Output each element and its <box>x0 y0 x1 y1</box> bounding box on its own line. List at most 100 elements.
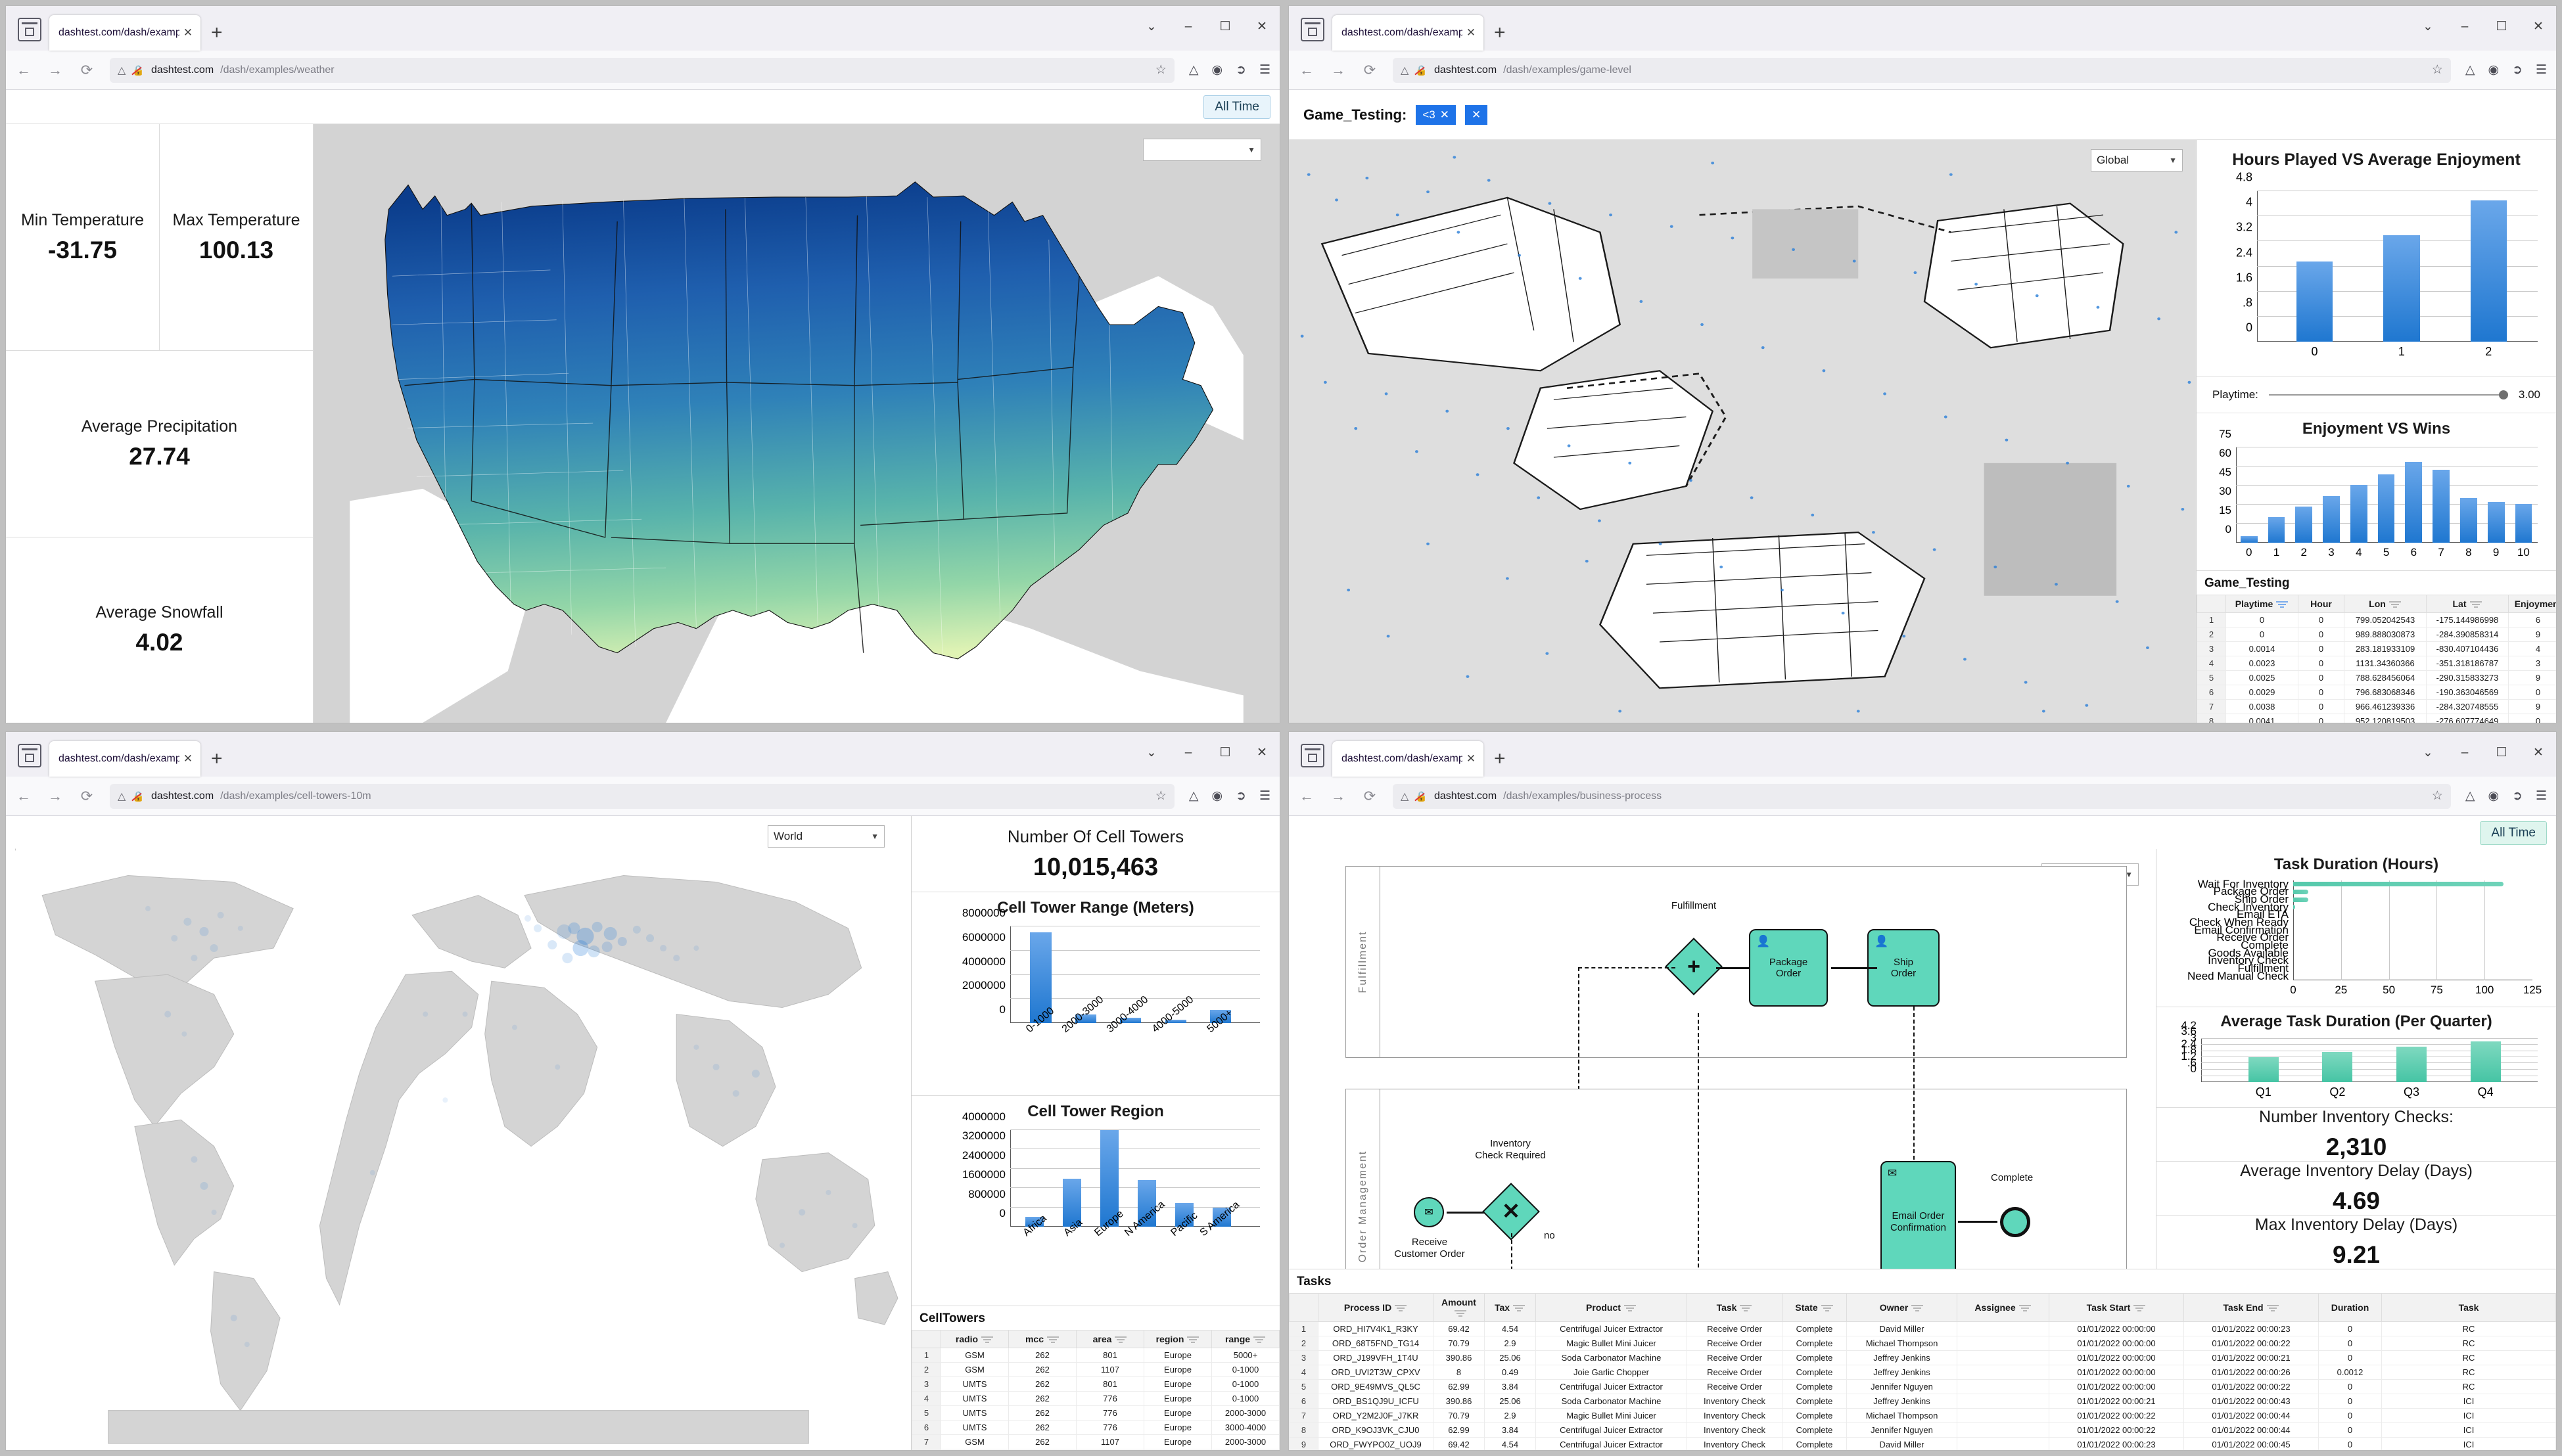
lock-broken-icon[interactable]: 🔒 <box>1415 64 1428 76</box>
col-range[interactable]: range <box>1212 1331 1280 1348</box>
reload-icon[interactable]: ⟳ <box>1361 788 1378 805</box>
back-icon[interactable]: ← <box>15 788 32 805</box>
col-mcc[interactable]: mcc <box>1009 1331 1077 1348</box>
sort-icon[interactable] <box>1394 1304 1407 1313</box>
table-row[interactable]: 5ORD_9E49MVS_QL5C62.993.84Centrifugal Ju… <box>1290 1380 2556 1394</box>
table-row[interactable]: 80.00410952.120819503-276.60777464900 <box>2197 714 2557 723</box>
browser-tab-game[interactable]: dashtest.com/dash/examples/gam ✕ <box>1332 15 1483 51</box>
sort-icon[interactable] <box>1739 1304 1752 1313</box>
col-hour[interactable]: Hour <box>2298 595 2344 613</box>
close-icon[interactable]: ✕ <box>179 26 197 39</box>
tasks-table[interactable]: Process ID Amount Tax Product Task State… <box>1289 1293 2556 1450</box>
new-tab-icon[interactable]: + <box>1494 749 1506 769</box>
col-enjoyment[interactable]: Enjoyment <box>2509 595 2557 613</box>
table-row[interactable]: 5UMTS262776Europe2000-3000 <box>912 1406 1280 1421</box>
col-duration[interactable]: Duration <box>2319 1294 2382 1322</box>
world-cell-tower-map[interactable]: Radius: 34% <box>6 816 912 1450</box>
table-row[interactable]: 100799.052042543-175.14498699860 <box>2197 613 2557 627</box>
minimize-icon[interactable]: – <box>2456 20 2473 34</box>
table-row[interactable]: 8ORD_K9OJ3VK_CJU062.993.84Centrifugal Ju… <box>1290 1423 2556 1438</box>
playtime-slider[interactable] <box>2269 394 2508 396</box>
col-lon[interactable]: Lon <box>2344 595 2427 613</box>
sort-icon[interactable] <box>1512 1304 1526 1313</box>
address-bar[interactable]: △ 🔒 dashtest.com/dash/examples/business-… <box>1393 784 2451 809</box>
shield-icon[interactable]: △ <box>1401 64 1409 77</box>
reload-icon[interactable]: ⟳ <box>78 62 95 79</box>
sort-icon[interactable] <box>2266 1304 2279 1313</box>
sort-icon[interactable] <box>1253 1335 1266 1344</box>
table-row[interactable]: 1GSM262801Europe5000+ <box>912 1348 1280 1363</box>
table-row[interactable]: 1ORD_HI7V4K1_R3KY69.424.54Centrifugal Ju… <box>1290 1322 2556 1336</box>
all-time-button[interactable]: All Time <box>2480 821 2547 845</box>
close-icon[interactable]: ✕ <box>1462 26 1479 39</box>
game-map-scope-select[interactable]: Global ▼ <box>2091 149 2183 171</box>
reload-icon[interactable]: ⟳ <box>1361 62 1378 79</box>
lock-broken-icon[interactable]: 🔒 <box>132 790 145 802</box>
task-package-order[interactable]: 👤 PackageOrder <box>1749 929 1828 1007</box>
col-amount[interactable]: Amount <box>1433 1294 1485 1322</box>
table-row[interactable]: 3UMTS262801Europe0-1000 <box>912 1377 1280 1392</box>
close-icon[interactable]: ✕ <box>1440 108 1449 122</box>
forward-icon[interactable]: → <box>1330 62 1347 79</box>
maximize-icon[interactable]: ☐ <box>2493 745 2510 760</box>
sort-icon[interactable] <box>2018 1304 2032 1313</box>
shield-icon[interactable]: △ <box>118 790 126 803</box>
table-row[interactable]: 4ORD_UVI2T3W_CPXV80.49Joie Garlic Choppe… <box>1290 1365 2556 1380</box>
save-to-pocket-icon[interactable]: ➲ <box>2512 62 2523 78</box>
table-row[interactable]: 4UMTS262776Europe0-1000 <box>912 1392 1280 1406</box>
list-all-tabs-icon[interactable]: ⌄ <box>1143 745 1160 760</box>
col-process-id[interactable]: Process ID <box>1318 1294 1433 1322</box>
firefox-view-button[interactable] <box>18 744 41 767</box>
account-icon[interactable]: ◉ <box>2488 788 2499 804</box>
bookmark-star-icon[interactable]: ☆ <box>1155 62 1167 78</box>
shield-toolbar-icon[interactable]: △ <box>2465 62 2475 78</box>
sort-icon[interactable] <box>2133 1304 2146 1313</box>
bookmark-star-icon[interactable]: ☆ <box>2432 62 2443 78</box>
table-row[interactable]: 7GSM2621107Europe2000-3000 <box>912 1435 1280 1449</box>
account-icon[interactable]: ◉ <box>2488 62 2499 78</box>
close-window-icon[interactable]: ✕ <box>1253 19 1270 34</box>
lock-broken-icon[interactable]: 🔒 <box>132 64 145 76</box>
address-bar[interactable]: △ 🔒 dashtest.com/dash/examples/weather ☆ <box>110 58 1175 83</box>
table-row[interactable]: 200989.888030873-284.39085831490 <box>2197 627 2557 642</box>
forward-icon[interactable]: → <box>47 788 64 805</box>
usa-choropleth-map[interactable]: ▼ <box>314 124 1280 723</box>
chart-cell-tower-region[interactable]: Cell Tower Region 4000000 3200000 240000… <box>912 1096 1280 1306</box>
browser-tab-business[interactable]: dashtest.com/dash/examples/busi ✕ <box>1332 741 1483 777</box>
maximize-icon[interactable]: ☐ <box>1217 19 1234 34</box>
chart-task-duration-hours[interactable]: Task Duration (Hours) Wait For Inventory <box>2156 849 2556 1007</box>
table-row[interactable]: 70.00380966.461239336-284.32074855590 <box>2197 700 2557 714</box>
col-lat[interactable]: Lat <box>2427 595 2509 613</box>
sort-icon[interactable] <box>1454 1309 1467 1318</box>
slider-knob[interactable] <box>2499 390 2508 399</box>
maximize-icon[interactable]: ☐ <box>2493 19 2510 34</box>
back-icon[interactable]: ← <box>15 62 32 79</box>
shield-icon[interactable]: △ <box>1401 790 1409 803</box>
table-row[interactable]: 2ORD_68T5FND_TG1470.792.9Magic Bullet Mi… <box>1290 1336 2556 1351</box>
new-tab-icon[interactable]: + <box>211 749 223 769</box>
sort-icon[interactable] <box>1623 1304 1637 1313</box>
list-all-tabs-icon[interactable]: ⌄ <box>2419 19 2436 34</box>
sort-icon[interactable] <box>1114 1335 1127 1344</box>
table-row[interactable]: 6UMTS262776Europe3000-4000 <box>912 1421 1280 1435</box>
bookmark-star-icon[interactable]: ☆ <box>2432 788 2443 804</box>
save-to-pocket-icon[interactable]: ➲ <box>1236 788 1246 804</box>
cell-towers-table[interactable]: radio mcc area region range 1GSM262801Eu… <box>912 1330 1280 1450</box>
shield-toolbar-icon[interactable]: △ <box>1189 62 1199 78</box>
event-complete[interactable] <box>2000 1207 2030 1237</box>
close-icon[interactable]: ✕ <box>1462 752 1479 765</box>
table-row[interactable]: 60.00290796.683068346-190.36304656900 <box>2197 685 2557 700</box>
table-row[interactable]: 3ORD_J199VFH_1T4U390.8625.06Soda Carbona… <box>1290 1351 2556 1365</box>
table-row[interactable]: 2GSM2621107Europe0-1000 <box>912 1363 1280 1377</box>
task-email-order-confirmation[interactable]: ✉ Email OrderConfirmation <box>1880 1161 1956 1269</box>
list-all-tabs-icon[interactable]: ⌄ <box>2419 745 2436 760</box>
sort-icon[interactable] <box>981 1335 994 1344</box>
sort-icon[interactable] <box>1911 1304 1924 1313</box>
table-row[interactable]: 9ORD_FWYPO0Z_UOJ969.424.54Centrifugal Ju… <box>1290 1438 2556 1450</box>
col-task[interactable]: Task <box>1687 1294 1782 1322</box>
event-receive-customer-order[interactable]: ✉ <box>1414 1197 1444 1227</box>
reload-icon[interactable]: ⟳ <box>78 788 95 805</box>
sort-icon[interactable] <box>1186 1335 1199 1344</box>
col-area[interactable]: area <box>1077 1331 1144 1348</box>
bpmn-diagram[interactable]: Default ▼ Fulfillment Fulfillment + 👤 Pa… <box>1289 849 2156 1269</box>
